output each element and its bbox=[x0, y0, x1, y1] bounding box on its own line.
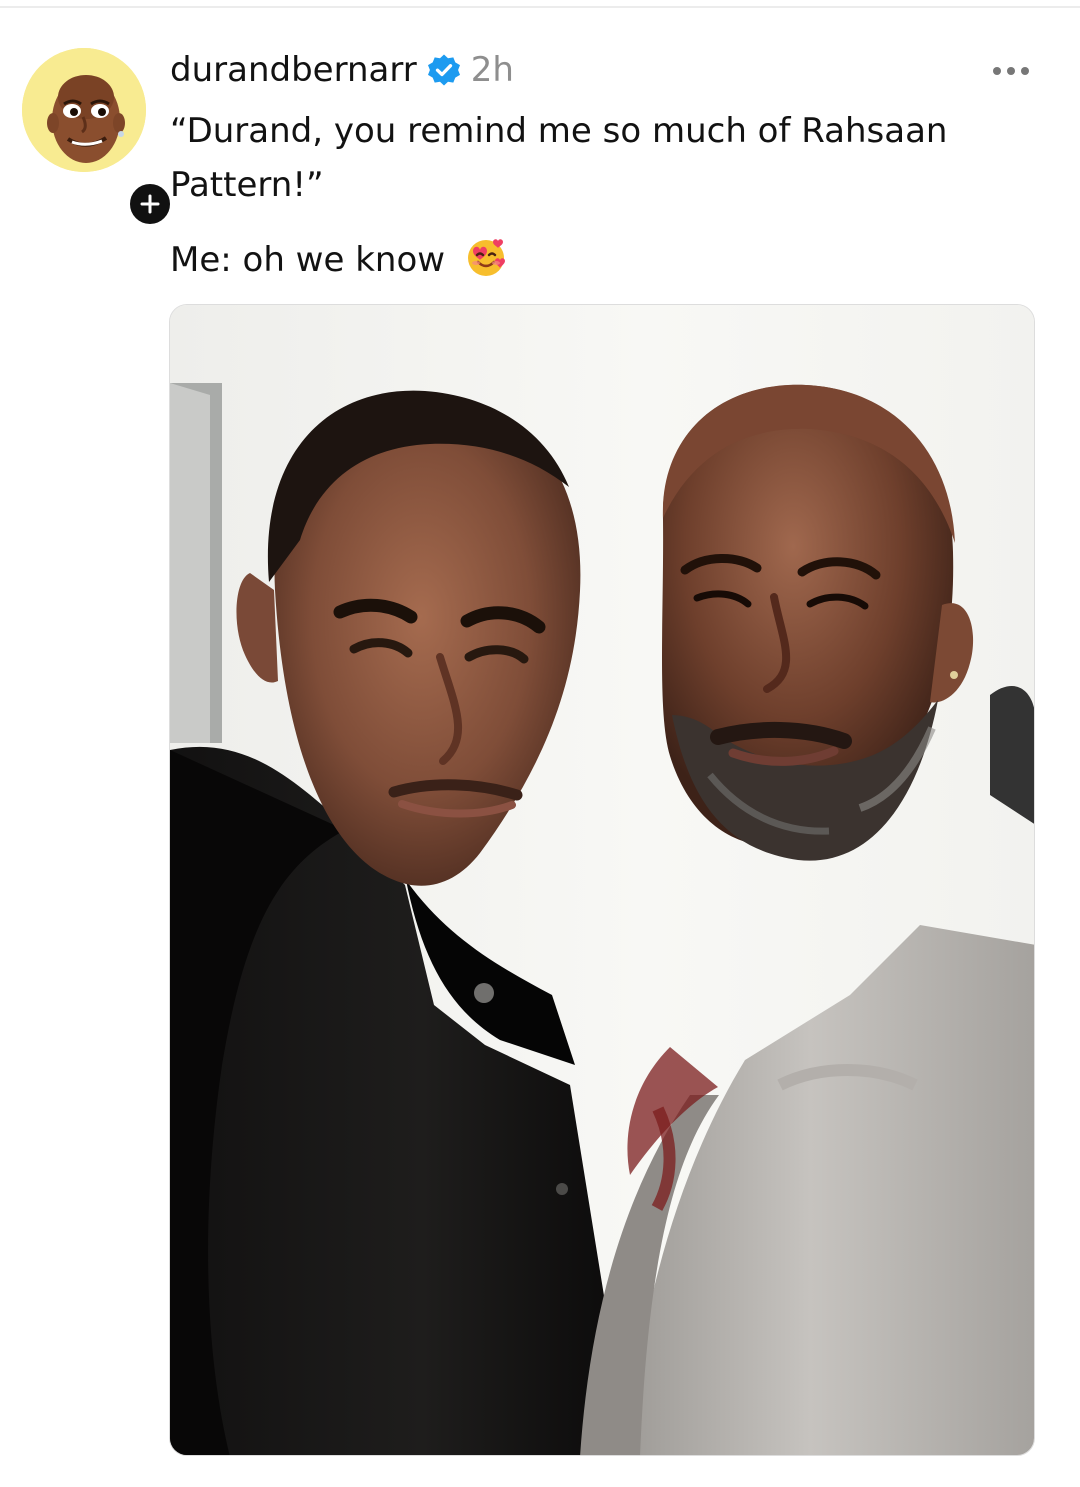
post-card: durandbernarr 2h “Durand, you remind me … bbox=[0, 0, 1080, 1487]
caption-line-2: Pattern!” bbox=[170, 165, 324, 205]
follow-button[interactable] bbox=[126, 180, 174, 228]
caption-line-1: “Durand, you remind me so much of Rahsaa… bbox=[170, 111, 948, 151]
plus-icon bbox=[140, 194, 160, 214]
caption-reply-text: Me: oh we know bbox=[170, 240, 446, 280]
username-link[interactable]: durandbernarr bbox=[170, 48, 417, 92]
post-header: durandbernarr 2h bbox=[170, 48, 514, 92]
verified-badge-icon bbox=[427, 54, 460, 86]
cartoon-avatar-icon bbox=[22, 48, 146, 172]
smiling-face-with-hearts-icon bbox=[467, 239, 505, 276]
profile-avatar[interactable] bbox=[22, 48, 146, 172]
more-options-icon bbox=[993, 67, 1029, 75]
more-options-button[interactable] bbox=[984, 54, 1038, 88]
post-caption: “Durand, you remind me so much of Rahsaa… bbox=[170, 104, 970, 212]
post-timestamp: 2h bbox=[470, 50, 514, 90]
caption-reply: Me: oh we know bbox=[170, 233, 970, 287]
selfie-photo-illustration bbox=[170, 305, 1034, 1455]
profile-avatar-container[interactable] bbox=[22, 48, 174, 228]
post-photo[interactable] bbox=[169, 304, 1035, 1456]
